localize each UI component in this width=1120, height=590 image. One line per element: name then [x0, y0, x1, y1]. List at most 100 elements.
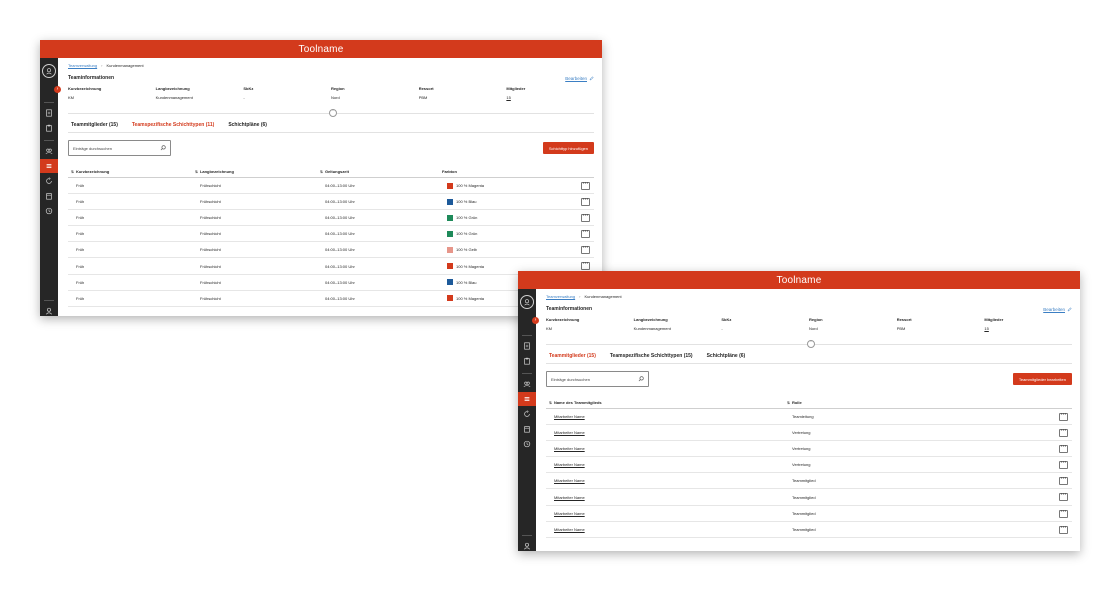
user-avatar-icon[interactable] — [520, 295, 534, 309]
sidebar-collapse-icon[interactable]: › — [54, 86, 61, 93]
info-region: Region Nord — [331, 86, 419, 100]
user-settings-icon[interactable] — [518, 539, 536, 551]
member-name-link[interactable]: Mitarbeiter Name — [554, 430, 585, 435]
user-settings-icon[interactable] — [40, 304, 58, 316]
breadcrumb-separator: › — [579, 294, 581, 299]
cell-langbezeichnung: Frühschicht — [200, 263, 221, 269]
chevron-up-icon[interactable]: ˆ — [807, 340, 815, 348]
cell-rolle: Teammitglied — [792, 478, 816, 484]
more-options-icon[interactable]: ··· — [1059, 412, 1068, 421]
edit-members-button[interactable]: Teammitglieder bearbeiten — [1012, 373, 1072, 385]
search-icon — [638, 376, 644, 382]
column-label: Name des Teammitglieds — [553, 400, 602, 405]
cell-rolle: Vertretung — [792, 446, 811, 452]
more-options-icon[interactable]: ··· — [581, 229, 590, 239]
member-name-link[interactable]: Mitarbeiter Name — [554, 462, 585, 467]
sort-icon[interactable]: ⇅ — [549, 401, 552, 405]
refresh-icon[interactable] — [518, 407, 536, 421]
edit-label: Bearbeiten — [565, 76, 587, 81]
cell-geltungszeit: 04:00–13:00 Uhr — [325, 295, 355, 301]
sort-icon[interactable]: ⇅ — [787, 401, 790, 405]
info-label: Kurzbezeichnung — [68, 86, 102, 91]
team-icon[interactable] — [518, 377, 536, 391]
cell-geltungszeit: 04:00–13:00 Uhr — [325, 199, 355, 205]
clock-icon[interactable] — [40, 204, 58, 218]
column-header-kurz[interactable]: ⇅ Kurzbezeichnung — [71, 169, 195, 174]
refresh-icon[interactable] — [40, 174, 58, 188]
more-options-icon[interactable]: ··· — [1059, 428, 1068, 438]
member-name-link[interactable]: Mitarbeiter Name — [554, 511, 585, 516]
calendar-icon[interactable] — [518, 422, 536, 436]
cell-farbton: 100 % Magenta — [447, 182, 594, 189]
info-mitglieder: Mitglieder 15 — [506, 86, 594, 100]
column-header-lang[interactable]: ⇅ Langbezeichnung — [195, 169, 320, 174]
edit-link[interactable]: Bearbeiten — [565, 76, 594, 81]
clock-icon[interactable] — [518, 437, 536, 451]
cell-geltungszeit: 04:00–13:00 Uhr — [325, 263, 355, 269]
info-value-link[interactable]: 15 — [506, 95, 594, 100]
member-name-link[interactable]: Mitarbeiter Name — [554, 446, 585, 451]
sidebar-divider — [522, 335, 532, 336]
cell-rolle: Vertretung — [792, 462, 811, 468]
info-value-link[interactable]: 15 — [984, 326, 1072, 331]
column-header-zeit[interactable]: ⇅ Geltungszeit — [320, 169, 442, 174]
search-input[interactable]: Einträge durchsuchen — [546, 371, 649, 387]
info-label: Mitglieder — [984, 317, 1004, 322]
color-label: 100 % Grün — [456, 215, 478, 221]
color-label: 100 % Grün — [456, 231, 478, 237]
clipboard-icon[interactable] — [518, 354, 536, 368]
document-icon[interactable] — [518, 339, 536, 353]
section-title: Teaminformationen — [68, 75, 115, 81]
color-swatch — [447, 279, 453, 286]
color-label: 100 % Magenta — [456, 183, 485, 189]
sidebar-collapse-icon[interactable]: › — [532, 317, 539, 324]
member-name-link[interactable]: Mitarbeiter Name — [554, 478, 585, 483]
app-titlebar: Toolname — [518, 271, 1080, 289]
sort-icon[interactable]: ⇅ — [71, 170, 74, 174]
info-label: SbKz — [721, 317, 732, 322]
more-options-icon[interactable]: ··· — [1059, 525, 1068, 534]
more-options-icon[interactable]: ··· — [581, 213, 590, 223]
add-shift-type-button[interactable]: Schichttyp hinzufügen — [542, 142, 594, 154]
cell-geltungszeit: 04:00–13:00 Uhr — [325, 231, 355, 237]
breadcrumb-current: Kundenmanagement — [106, 63, 144, 68]
more-options-icon[interactable]: ··· — [581, 245, 590, 255]
document-icon[interactable] — [40, 106, 58, 120]
column-header-rolle[interactable]: ⇅ Rolle — [787, 400, 1072, 405]
table-header: ⇅ Kurzbezeichnung ⇅ Langbezeichnung ⇅ Geltu… — [68, 166, 594, 178]
more-options-icon[interactable]: ··· — [581, 181, 590, 190]
search-input[interactable]: Einträge durchsuchen — [68, 140, 171, 156]
sidebar-divider — [44, 300, 54, 301]
shift-types-icon[interactable] — [518, 392, 536, 406]
member-name-link[interactable]: Mitarbeiter Name — [554, 495, 585, 500]
breadcrumb-link[interactable]: Teamverwaltung — [68, 63, 97, 68]
more-options-icon[interactable]: ··· — [1059, 492, 1068, 502]
clipboard-icon[interactable] — [40, 121, 58, 135]
info-value: Nord — [331, 95, 340, 100]
table-row: Mitarbeiter Name Vertretung ··· — [546, 425, 1072, 442]
shift-types-icon[interactable] — [40, 159, 58, 173]
main-content: Teamverwaltung › Kundenmanagement Teamin… — [536, 289, 1080, 551]
sort-icon[interactable]: ⇅ — [195, 170, 198, 174]
app-titlebar: Toolname — [40, 40, 602, 58]
calendar-icon[interactable] — [40, 189, 58, 203]
member-name-link[interactable]: Mitarbeiter Name — [554, 527, 585, 532]
column-header-name[interactable]: ⇅ Name des Teammitglieds — [549, 400, 787, 405]
more-options-icon[interactable]: ··· — [1059, 460, 1068, 470]
more-options-icon[interactable]: ··· — [1059, 444, 1068, 454]
user-avatar-icon[interactable] — [42, 64, 56, 78]
edit-link[interactable]: Bearbeiten — [1043, 307, 1072, 312]
more-options-icon[interactable]: ··· — [1059, 476, 1068, 486]
info-label: Ressort — [418, 86, 434, 91]
chevron-up-icon[interactable]: ˆ — [329, 109, 337, 117]
more-options-icon[interactable]: ··· — [1059, 509, 1068, 518]
more-options-icon[interactable]: ··· — [581, 197, 590, 207]
member-name-link[interactable]: Mitarbeiter Name — [554, 414, 585, 419]
color-swatch — [447, 263, 453, 270]
breadcrumb-link[interactable]: Teamverwaltung — [546, 294, 575, 299]
table-row: Früh Frühschicht 04:00–13:00 Uhr 100 % Blau… — [68, 275, 594, 291]
sort-icon[interactable]: ⇅ — [320, 170, 323, 174]
more-options-icon[interactable]: ··· — [581, 261, 590, 271]
team-icon[interactable] — [40, 144, 58, 158]
cell-kurzbezeichnung: Früh — [76, 263, 85, 269]
